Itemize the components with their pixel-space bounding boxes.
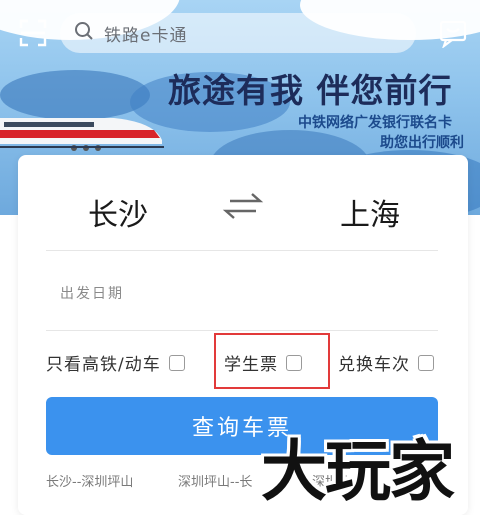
divider: [46, 250, 438, 251]
watermark-logo: 大玩家: [261, 432, 455, 510]
departure-city[interactable]: 长沙: [88, 190, 148, 234]
search-icon: [74, 21, 94, 45]
divider: [46, 330, 438, 331]
message-icon[interactable]: [438, 18, 468, 48]
highlight-annotation: [214, 333, 330, 389]
departure-date-field[interactable]: 出发日期: [60, 283, 124, 303]
banner-slogan: 旅途有我 伴您前行: [168, 71, 453, 110]
banner-subtitle: 中铁网络广发银行联名卡: [298, 115, 452, 131]
exchange-train-checkbox[interactable]: [418, 354, 434, 371]
option-label: 只看高铁/动车: [46, 355, 161, 375]
banner-subtitle: 助您出行顺利: [380, 135, 464, 151]
search-placeholder: 铁路e卡通: [104, 25, 188, 46]
high-speed-only-option[interactable]: 只看高铁/动车: [46, 350, 185, 375]
scan-icon[interactable]: [18, 18, 48, 48]
arrival-city[interactable]: 上海: [340, 190, 400, 234]
train-illustration: [0, 118, 164, 151]
exchange-train-option[interactable]: 兑换车次: [338, 350, 434, 375]
search-bar[interactable]: 铁路e卡通: [60, 13, 416, 53]
swap-icon[interactable]: [218, 189, 268, 223]
high-speed-only-checkbox[interactable]: [168, 354, 185, 371]
history-route-item[interactable]: 长沙--深圳坪山: [46, 471, 133, 490]
option-label: 兑换车次: [338, 355, 410, 375]
